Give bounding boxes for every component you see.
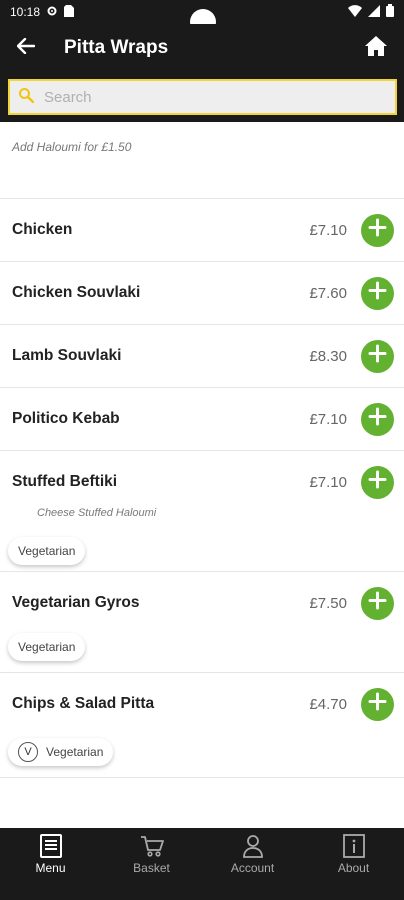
item-name: Chicken Souvlaki xyxy=(12,284,141,301)
nav-label: Basket xyxy=(133,861,170,875)
nav-label: About xyxy=(337,861,370,875)
vegetarian-v-icon: V xyxy=(18,742,38,762)
wifi-icon xyxy=(348,4,362,20)
item-price: £8.30 xyxy=(309,347,347,365)
search-box[interactable] xyxy=(8,79,397,115)
add-item-button[interactable] xyxy=(361,213,394,247)
tag-label: Vegetarian xyxy=(18,544,76,558)
add-item-button[interactable] xyxy=(361,276,394,310)
plus-icon xyxy=(368,344,387,368)
home-button[interactable] xyxy=(348,24,404,72)
menu-item: Lamb Souvlaki £8.30 xyxy=(0,325,404,388)
menu-list: Add Haloumi for £1.50 Chicken £7.10 Chic… xyxy=(0,122,404,828)
bottom-nav: Menu Basket Account About xyxy=(0,828,404,880)
item-name: Lamb Souvlaki xyxy=(12,347,122,364)
item-price: £7.50 xyxy=(309,594,347,612)
arrow-left-icon xyxy=(16,37,36,59)
menu-item: Chicken £7.10 xyxy=(0,199,404,262)
menu-item: Vegetarian Gyros £7.50 Vegetarian xyxy=(0,572,404,673)
add-item-button[interactable] xyxy=(361,586,394,620)
item-price: £7.60 xyxy=(309,284,347,302)
settings-status-icon xyxy=(46,5,58,20)
home-icon xyxy=(364,35,388,62)
nav-basket[interactable]: Basket xyxy=(101,828,202,880)
nav-about[interactable]: About xyxy=(303,828,404,880)
nav-menu[interactable]: Menu xyxy=(0,828,101,880)
vegetarian-tag: Vegetarian xyxy=(8,633,86,661)
add-item-button[interactable] xyxy=(361,339,394,373)
sim-status-icon xyxy=(64,4,75,20)
search-input[interactable] xyxy=(44,88,364,106)
basket-icon xyxy=(140,833,164,859)
back-button[interactable] xyxy=(0,24,52,72)
item-name: Stuffed Beftiki xyxy=(12,473,118,490)
menu-item: Chicken Souvlaki £7.60 xyxy=(0,262,404,325)
plus-icon xyxy=(368,591,387,615)
item-price: £7.10 xyxy=(309,221,347,239)
item-name: Politico Kebab xyxy=(12,410,120,427)
vegetarian-tag: V Vegetarian xyxy=(8,738,114,766)
item-name: Chicken xyxy=(12,221,73,238)
nav-label: Account xyxy=(230,861,275,875)
page-title: Pitta Wraps xyxy=(64,37,169,58)
search-icon xyxy=(18,87,35,108)
add-item-button[interactable] xyxy=(361,465,394,499)
nav-account[interactable]: Account xyxy=(202,828,303,880)
tag-label: Vegetarian xyxy=(18,640,76,654)
item-description: Cheese Stuffed Haloumi xyxy=(37,507,157,519)
add-item-button[interactable] xyxy=(361,402,394,436)
plus-icon xyxy=(368,281,387,305)
gesture-bar xyxy=(0,880,404,900)
menu-item: Chips & Salad Pitta £4.70 V Vegetarian xyxy=(0,673,404,778)
plus-icon xyxy=(368,407,387,431)
add-item-button[interactable] xyxy=(361,687,394,721)
menu-item: Politico Kebab £7.10 xyxy=(0,388,404,451)
search-bar xyxy=(0,72,404,122)
about-icon xyxy=(342,833,365,859)
status-time: 10:18 xyxy=(10,5,41,19)
nav-label: Menu xyxy=(35,861,66,875)
item-price: £7.10 xyxy=(309,410,347,428)
app-bar: Pitta Wraps xyxy=(0,24,404,72)
account-icon xyxy=(242,833,264,859)
item-price: £7.10 xyxy=(309,473,347,491)
tag-label: Vegetarian xyxy=(46,745,104,759)
item-price: £4.70 xyxy=(309,695,347,713)
menu-item: Stuffed Beftiki £7.10 Cheese Stuffed Hal… xyxy=(0,451,404,572)
vegetarian-tag: Vegetarian xyxy=(8,537,86,565)
plus-icon xyxy=(368,470,387,494)
signal-icon xyxy=(368,4,380,20)
item-name: Vegetarian Gyros xyxy=(12,594,140,611)
plus-icon xyxy=(368,218,387,242)
menu-book-icon xyxy=(39,833,62,859)
item-name: Chips & Salad Pitta xyxy=(12,695,155,712)
plus-icon xyxy=(368,692,387,716)
category-note: Add Haloumi for £1.50 xyxy=(0,122,404,199)
battery-icon xyxy=(386,4,394,20)
